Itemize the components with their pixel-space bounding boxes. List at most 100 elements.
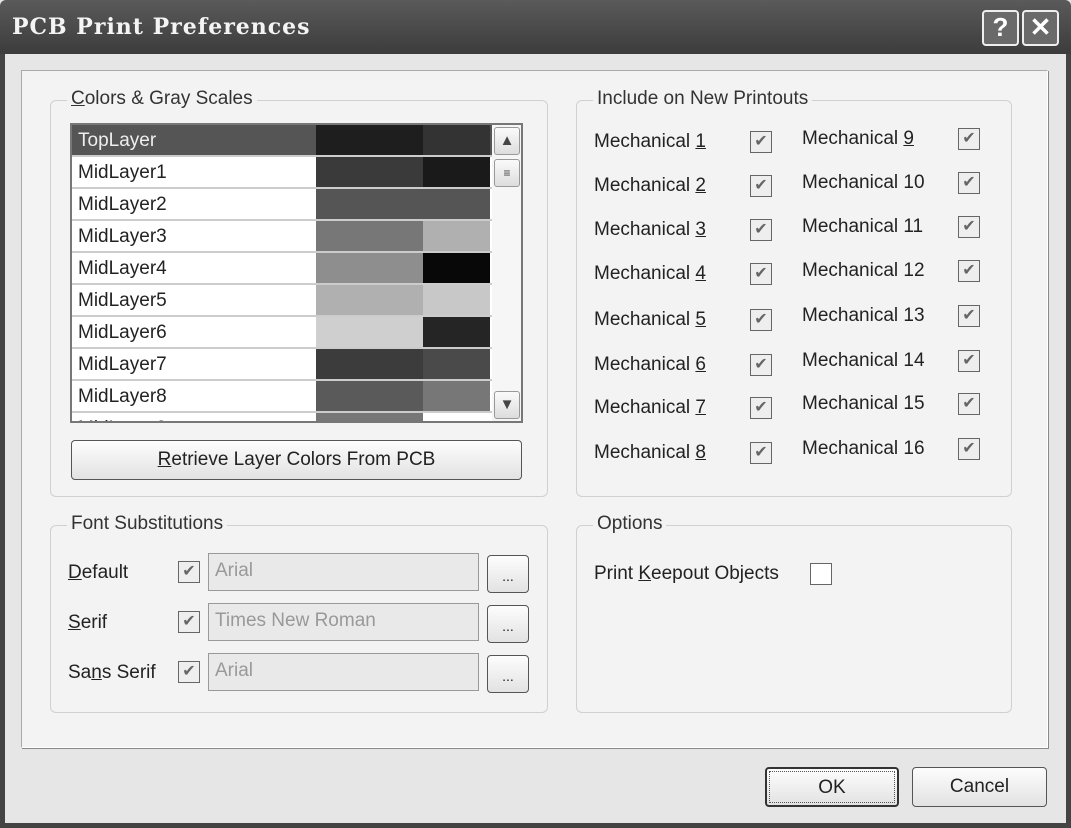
mechanical-layer-label: Mechanical 4 — [594, 263, 706, 285]
retrieve-layer-colors-button[interactable]: Retrieve Layer Colors From PCB — [71, 440, 522, 480]
mechanical-layer-label: Mechanical 1 — [594, 131, 706, 153]
layer-gray-swatch[interactable] — [423, 221, 490, 251]
mechanical-layer-label: Mechanical 5 — [594, 309, 706, 331]
mechanical-layer-label: Mechanical 3 — [594, 219, 706, 241]
layer-row[interactable]: MidLayer8 — [72, 381, 492, 413]
label-part: 2 — [695, 175, 706, 196]
print-keepout-checkbox[interactable] — [810, 563, 832, 585]
layer-gray-swatch[interactable] — [423, 189, 490, 219]
mechanical-layer-checkbox[interactable]: ✔ — [750, 442, 772, 464]
mechanical-layer-label: Mechanical 13 — [802, 305, 925, 327]
layer-color-swatch[interactable] — [316, 349, 423, 379]
layer-gray-swatch[interactable] — [423, 125, 490, 155]
mechanical-layer-checkbox[interactable]: ✔ — [750, 175, 772, 197]
ok-button[interactable]: OK — [765, 767, 899, 807]
mechanical-layer-checkbox[interactable]: ✔ — [750, 131, 772, 153]
font-name-field[interactable]: Times New Roman — [208, 603, 479, 641]
font-enable-checkbox[interactable]: ✔ — [178, 561, 200, 583]
font-name-field[interactable]: Arial — [208, 653, 479, 691]
layer-color-swatch[interactable] — [316, 285, 423, 315]
layer-name: MidLayer5 — [78, 290, 167, 311]
label-part: Mechanical — [594, 354, 696, 375]
font-enable-checkbox[interactable]: ✔ — [178, 661, 200, 683]
label-part: D — [68, 562, 82, 583]
label-part: efault — [81, 562, 129, 583]
mechanical-layer-checkbox[interactable]: ✔ — [958, 260, 980, 282]
mechanical-layer-label: Mechanical 12 — [802, 260, 925, 282]
close-button[interactable]: ✕ — [1022, 10, 1059, 46]
layer-color-swatch[interactable] — [316, 189, 423, 219]
window-title: PCB Print Preferences — [12, 14, 311, 40]
layer-color-swatch[interactable] — [316, 253, 423, 283]
layer-row[interactable]: MidLayer4 — [72, 253, 492, 285]
font-group-title: Font Substitutions — [67, 513, 228, 535]
layer-row[interactable]: MidLayer7 — [72, 349, 492, 381]
mechanical-layer-checkbox[interactable]: ✔ — [958, 216, 980, 238]
layer-color-list[interactable]: TopLayer MidLayer1 MidLayer2 MidLayer3 MidLa… — [70, 123, 523, 423]
font-row-label: Serif — [68, 612, 107, 634]
layer-gray-swatch[interactable] — [423, 381, 490, 411]
mechanical-layer-label: Mechanical 9 — [802, 128, 914, 150]
layer-color-swatch[interactable] — [316, 381, 423, 411]
layer-color-swatch[interactable] — [316, 317, 423, 347]
layer-row[interactable]: MidLayer1 — [72, 157, 492, 189]
mechanical-layer-checkbox[interactable]: ✔ — [750, 219, 772, 241]
help-button[interactable]: ? — [982, 10, 1019, 46]
scroll-up-button[interactable]: ▲ — [494, 127, 520, 155]
label-part: Mechanical 12 — [802, 260, 925, 281]
mechanical-layer-checkbox[interactable]: ✔ — [958, 172, 980, 194]
mechanical-layer-checkbox[interactable]: ✔ — [958, 305, 980, 327]
mechanical-layer-label: Mechanical 2 — [594, 175, 706, 197]
label-part: Mechanical — [802, 128, 904, 149]
layer-color-swatch[interactable] — [316, 413, 423, 421]
colors-group-title: Colors & Gray Scales — [67, 88, 257, 110]
mechanical-layer-checkbox[interactable]: ✔ — [750, 354, 772, 376]
layer-color-swatch[interactable] — [316, 125, 423, 155]
layer-row[interactable]: MidLayer2 — [72, 189, 492, 221]
layer-name: MidLayer4 — [78, 258, 167, 279]
layer-gray-swatch[interactable] — [423, 413, 490, 421]
label-part: Mechanical — [594, 442, 696, 463]
layer-name: MidLayer2 — [78, 194, 167, 215]
font-browse-button[interactable]: ... — [487, 655, 529, 693]
font-enable-checkbox[interactable]: ✔ — [178, 611, 200, 633]
list-scrollbar[interactable]: ▲ ≡ ▼ — [492, 125, 521, 421]
layer-name: MidLayer3 — [78, 226, 167, 247]
layer-row[interactable]: MidLayer3 — [72, 221, 492, 253]
font-browse-button[interactable]: ... — [487, 605, 529, 643]
font-browse-button[interactable]: ... — [487, 555, 529, 593]
scroll-down-button[interactable]: ▼ — [494, 391, 520, 419]
layer-gray-swatch[interactable] — [423, 157, 490, 187]
mechanical-layer-checkbox[interactable]: ✔ — [958, 350, 980, 372]
mechanical-layer-checkbox[interactable]: ✔ — [750, 397, 772, 419]
layer-gray-swatch[interactable] — [423, 253, 490, 283]
layer-name: MidLayer8 — [78, 386, 167, 407]
label-part: 3 — [695, 219, 706, 240]
layer-gray-swatch[interactable] — [423, 285, 490, 315]
layer-name: MidLayer1 — [78, 162, 167, 183]
mechanical-layer-checkbox[interactable]: ✔ — [750, 309, 772, 331]
layer-gray-swatch[interactable] — [423, 349, 490, 379]
label-part: Mechanical 11 — [802, 216, 924, 237]
mechanical-layer-checkbox[interactable]: ✔ — [958, 393, 980, 415]
layer-row[interactable]: MidLayer9 — [72, 413, 492, 421]
label-part: Mechanical 14 — [802, 350, 925, 371]
layer-row[interactable]: MidLayer5 — [72, 285, 492, 317]
title-bar[interactable]: PCB Print Preferences ? ✕ — [0, 0, 1071, 54]
layer-row[interactable]: MidLayer6 — [72, 317, 492, 349]
label-part: Mechanical — [594, 219, 696, 240]
font-name-field[interactable]: Arial — [208, 553, 479, 591]
mechanical-layer-checkbox[interactable]: ✔ — [958, 438, 980, 460]
scroll-thumb[interactable]: ≡ — [494, 159, 520, 187]
label-part: 9 — [903, 128, 914, 149]
layer-color-swatch[interactable] — [316, 221, 423, 251]
font-row-label: Sans Serif — [68, 662, 156, 684]
cancel-button[interactable]: Cancel — [912, 767, 1047, 807]
options-group: Options — [576, 513, 1012, 713]
print-keepout-label: Print Keepout Objects — [594, 563, 779, 584]
mechanical-layer-checkbox[interactable]: ✔ — [958, 128, 980, 150]
layer-color-swatch[interactable] — [316, 157, 423, 187]
layer-gray-swatch[interactable] — [423, 317, 490, 347]
mechanical-layer-checkbox[interactable]: ✔ — [750, 263, 772, 285]
layer-row[interactable]: TopLayer — [72, 125, 492, 157]
